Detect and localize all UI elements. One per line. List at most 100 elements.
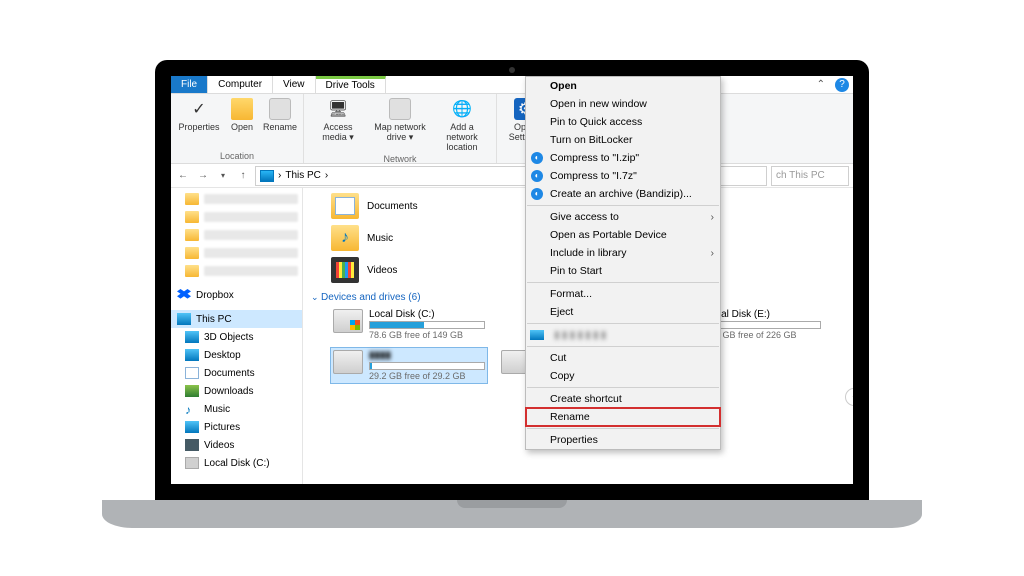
ribbon-add-location-label: Add a network location <box>434 122 490 152</box>
help-icon[interactable]: ? <box>835 78 849 92</box>
ctx-eject[interactable]: Eject <box>526 303 720 321</box>
address-path: This PC <box>285 170 321 181</box>
ctx-sep <box>527 346 719 347</box>
ctx-compress-zip[interactable]: ◐Compress to "I.zip" <box>526 149 720 167</box>
ctx-format[interactable]: Format... <box>526 285 720 303</box>
nav-forward[interactable]: → <box>195 170 211 181</box>
nav-blur-1[interactable] <box>171 190 302 208</box>
ctx-cut[interactable]: Cut <box>526 349 720 367</box>
nav-3d-objects[interactable]: 3D Objects <box>171 328 302 346</box>
ctx-shortcut[interactable]: Create shortcut <box>526 390 720 408</box>
ctx-give-access[interactable]: Give access to <box>526 208 720 226</box>
ribbon-add-location[interactable]: 🌐 Add a network location <box>434 98 490 152</box>
nav-back[interactable]: ← <box>175 170 191 181</box>
nav-music[interactable]: ♪Music <box>171 400 302 418</box>
nav-this-pc[interactable]: This PC <box>171 310 302 328</box>
laptop-notch <box>457 500 567 508</box>
drive-selected[interactable]: ▮▮▮▮ 29.2 GB free of 29.2 GB <box>331 348 487 383</box>
nav-desktop-label: Desktop <box>204 350 241 361</box>
dropbox-icon <box>177 289 191 301</box>
nav-local-c-label: Local Disk (C:) <box>204 458 270 469</box>
nav-3d-label: 3D Objects <box>204 332 253 343</box>
map-drive-icon <box>389 98 411 120</box>
nav-dropbox-label: Dropbox <box>196 290 234 301</box>
lib-documents-label: Documents <box>367 201 418 212</box>
drive-c-name: Local Disk (C:) <box>369 309 485 320</box>
ctx-bitlocker[interactable]: Turn on BitLocker <box>526 131 720 149</box>
pc-icon <box>177 313 191 325</box>
ribbon-properties-label: Properties <box>178 122 219 132</box>
nav-pictures[interactable]: Pictures <box>171 418 302 436</box>
ribbon-map-drive[interactable]: Map network drive ▾ <box>372 98 428 152</box>
usb-icon <box>530 330 544 340</box>
ctx-compress-7z[interactable]: ◐Compress to "I.7z" <box>526 167 720 185</box>
ctx-properties[interactable]: Properties <box>526 431 720 449</box>
drive-e-name: Local Disk (E:) <box>705 309 821 320</box>
nav-videos[interactable]: Videos <box>171 436 302 454</box>
ctx-open[interactable]: Open <box>526 77 720 95</box>
properties-icon: ✓ <box>188 98 210 120</box>
music-folder-icon <box>331 225 359 251</box>
bandizip-icon: ◐ <box>531 152 543 164</box>
nav-blur-4[interactable] <box>171 244 302 262</box>
tab-computer[interactable]: Computer <box>208 76 273 93</box>
nav-history[interactable]: ▾ <box>215 171 231 180</box>
drive-icon <box>185 457 199 469</box>
bandizip-icon: ◐ <box>531 188 543 200</box>
scroll-right-hint[interactable]: ‹ <box>845 388 853 406</box>
ctx-device[interactable]: ▮▮▮▮▮▮▮ <box>526 326 720 344</box>
nav-local-c[interactable]: Local Disk (C:) <box>171 454 302 472</box>
nav-documents-label: Documents <box>204 368 255 379</box>
tab-view[interactable]: View <box>273 76 316 93</box>
ribbon-rename-label: Rename <box>263 122 297 132</box>
ribbon-group-location-label: Location <box>177 151 297 161</box>
ribbon-properties[interactable]: ✓ Properties <box>177 98 221 149</box>
videos-icon <box>185 439 199 451</box>
ctx-include-library[interactable]: Include in library <box>526 244 720 262</box>
search-input[interactable]: ch This PC <box>771 166 849 186</box>
drive-c[interactable]: Local Disk (C:) 78.6 GB free of 149 GB <box>331 307 487 342</box>
ribbon-access-media[interactable]: 🖥 Access media ▾ <box>310 98 366 152</box>
nav-pictures-label: Pictures <box>204 422 240 433</box>
nav-up[interactable]: ↑ <box>235 170 251 181</box>
tab-drive-tools[interactable]: Drive Tools <box>316 76 386 93</box>
tab-file[interactable]: File <box>171 76 208 93</box>
ctx-rename[interactable]: Rename <box>526 408 720 426</box>
laptop-bezel: File Computer View Drive Tools ⌃ ? ✓ Pro… <box>155 60 869 500</box>
ctx-portable[interactable]: Open as Portable Device <box>526 226 720 244</box>
address-sep: › <box>278 170 281 181</box>
ctx-pin-qa[interactable]: Pin to Quick access <box>526 113 720 131</box>
ctx-sep <box>527 428 719 429</box>
ctx-create-archive[interactable]: ◐Create an archive (Bandizip)... <box>526 185 720 203</box>
nav-blur-3[interactable] <box>171 226 302 244</box>
this-pc-icon <box>260 170 274 182</box>
address-bar-row: ← → ▾ ↑ › This PC › ch This PC <box>171 164 853 188</box>
music-icon: ♪ <box>185 403 199 415</box>
ctx-sep <box>527 282 719 283</box>
ctx-sep <box>527 387 719 388</box>
ribbon-collapse-icon[interactable]: ⌃ <box>817 79 825 90</box>
videos-folder-icon <box>331 257 359 283</box>
ribbon-group-location: ✓ Properties Open Rename Location <box>171 94 304 163</box>
ctx-copy[interactable]: Copy <box>526 367 720 385</box>
ribbon-open[interactable]: Open <box>227 98 257 149</box>
address-sep2: › <box>325 170 328 181</box>
nav-documents[interactable]: Documents <box>171 364 302 382</box>
pictures-icon <box>185 421 199 433</box>
ctx-pin-start[interactable]: Pin to Start <box>526 262 720 280</box>
ribbon-group-network-label: Network <box>310 154 490 164</box>
ctx-sep <box>527 323 719 324</box>
nav-desktop[interactable]: Desktop <box>171 346 302 364</box>
nav-downloads[interactable]: Downloads <box>171 382 302 400</box>
desktop-icon <box>185 349 199 361</box>
nav-dropbox[interactable]: Dropbox <box>171 286 302 304</box>
nav-videos-label: Videos <box>204 440 234 451</box>
nav-blur-2[interactable] <box>171 208 302 226</box>
ribbon-rename[interactable]: Rename <box>263 98 297 149</box>
documents-folder-icon <box>331 193 359 219</box>
nav-blur-5[interactable] <box>171 262 302 280</box>
nav-pane: Dropbox This PC 3D Objects Desktop Docum… <box>171 188 303 484</box>
lib-videos-label: Videos <box>367 265 397 276</box>
ctx-open-new[interactable]: Open in new window <box>526 95 720 113</box>
drive-sel-name: ▮▮▮▮ <box>369 350 485 361</box>
